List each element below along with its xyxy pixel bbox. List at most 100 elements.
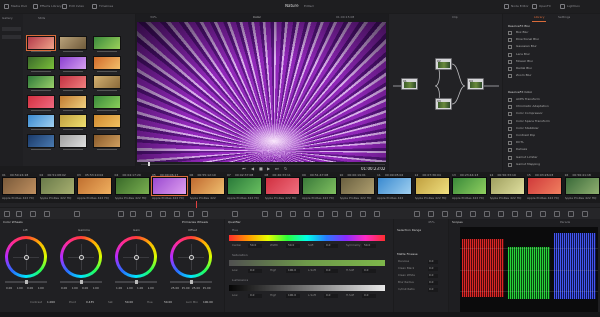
still-thumbnail[interactable]	[93, 36, 121, 50]
clip-thumbnail[interactable]	[527, 177, 563, 195]
matte-value[interactable]: 0.0	[428, 266, 438, 271]
library-item[interactable]: Gamut Mapping	[508, 162, 590, 169]
cie-icon[interactable]	[512, 211, 518, 217]
slider-knob[interactable]	[25, 280, 28, 284]
qualifier-field-value[interactable]: 0.0	[248, 293, 262, 298]
menu-icon[interactable]	[568, 211, 574, 217]
clip-thumbnail[interactable]	[302, 177, 338, 195]
media-pool-icon[interactable]	[4, 4, 9, 9]
timelines-icon[interactable]	[92, 4, 97, 9]
still-thumbnail[interactable]	[27, 75, 55, 89]
gallery-folder-item[interactable]	[2, 27, 21, 31]
library-item[interactable]: Color Space Transform	[508, 119, 590, 126]
param-value[interactable]: 100.00	[203, 301, 213, 304]
slider-knob[interactable]	[190, 280, 193, 284]
highlight-icon[interactable]	[414, 211, 420, 217]
playhead-marker[interactable]	[148, 162, 150, 166]
still-thumbnail[interactable]	[27, 94, 55, 109]
qualifier-field-value[interactable]: 0.0	[248, 268, 262, 273]
expand-icon[interactable]	[554, 211, 560, 217]
master-wheel-slider[interactable]	[5, 280, 47, 284]
wheels-mode[interactable]: Primaries Wheels	[182, 221, 208, 224]
wheel-value[interactable]: 1.00	[116, 287, 122, 290]
gain-wheel[interactable]	[115, 236, 157, 278]
menu-edit-index[interactable]: Edit Index	[69, 5, 84, 8]
effects-library-icon[interactable]	[33, 4, 38, 9]
feather-minus-icon[interactable]	[360, 211, 366, 217]
clip-thumbnail[interactable]	[377, 177, 413, 195]
library-item[interactable]: Directional Blur	[508, 37, 590, 44]
openfx-icon[interactable]	[532, 4, 537, 9]
transport-go-end[interactable]: ⏭	[275, 166, 279, 171]
transport-play[interactable]: ▶	[267, 166, 270, 171]
matte-value[interactable]: 0.0	[428, 273, 438, 278]
wheel-value[interactable]: 0.00	[72, 287, 78, 290]
param-value[interactable]: 50.00	[164, 301, 172, 304]
wheel-value[interactable]: 0.00	[6, 287, 12, 290]
settings-tab[interactable]: Settings	[558, 16, 570, 19]
vectorscope-icon[interactable]	[484, 211, 490, 217]
matte-value[interactable]: 0.0	[428, 280, 438, 285]
wheel-puck[interactable]	[23, 254, 29, 260]
wheel-value[interactable]: 1.00	[137, 287, 143, 290]
wheel-value[interactable]: 25.00	[171, 287, 179, 290]
library-item[interactable]: Radial Blur	[508, 66, 590, 73]
gallery-folder-item[interactable]	[2, 35, 21, 39]
matte-value[interactable]: 0.0	[428, 259, 438, 264]
waveform-icon[interactable]	[470, 211, 476, 217]
wheel-value[interactable]: 25.00	[203, 287, 211, 290]
menu-effects-library[interactable]: Effects Library	[40, 5, 62, 8]
still-thumbnail[interactable]	[93, 75, 121, 89]
wheel-value[interactable]: 0.00	[27, 287, 33, 290]
wheel-value[interactable]: 0.00	[61, 287, 67, 290]
library-item[interactable]: DCTL	[508, 140, 590, 147]
reset-icon[interactable]	[428, 211, 434, 217]
gamma-wheel[interactable]	[60, 236, 102, 278]
node-01[interactable]: 01	[401, 78, 418, 90]
histogram-icon[interactable]	[498, 211, 504, 217]
magic-mask-icon[interactable]	[188, 211, 194, 217]
node-02[interactable]: 02	[435, 58, 452, 70]
saturation-bar[interactable]	[229, 260, 385, 266]
still-thumbnail[interactable]	[93, 133, 121, 148]
library-item[interactable]: Lens Blur	[508, 52, 590, 59]
wheel-puck[interactable]	[133, 254, 139, 260]
menu-lightbox[interactable]: Lightbox	[567, 5, 580, 8]
blur-icon[interactable]	[202, 211, 208, 217]
qualifier-field-value[interactable]: 100.0	[286, 268, 300, 273]
qualifier-field-value[interactable]: 0.0	[362, 268, 376, 273]
hue-bar[interactable]	[229, 235, 385, 241]
tracker-icon[interactable]	[174, 211, 180, 217]
lift-wheel[interactable]	[5, 236, 47, 278]
wheel-value[interactable]: 0.00	[17, 287, 23, 290]
subtract-picker-icon[interactable]	[332, 211, 338, 217]
clip-thumbnail[interactable]	[189, 177, 225, 195]
picker-icon[interactable]	[290, 211, 296, 217]
scopes-toggle-icon[interactable]	[456, 211, 462, 217]
wheel-value[interactable]: 0.00	[82, 287, 88, 290]
library-item[interactable]: Zoom Blur	[508, 73, 590, 80]
qualifier-field-value[interactable]: 50.0	[362, 243, 376, 248]
lightbox-icon[interactable]	[560, 4, 565, 9]
transport-reverse[interactable]: ◀	[251, 166, 254, 171]
library-item[interactable]: Gaussian Blur	[508, 44, 590, 51]
wheel-value[interactable]: 0.00	[93, 287, 99, 290]
wheel-puck[interactable]	[188, 254, 194, 260]
clip-thumbnail[interactable]	[452, 177, 488, 195]
eyedropper-icon[interactable]	[304, 211, 310, 217]
clip-thumbnail[interactable]	[489, 177, 525, 195]
library-item[interactable]: Mosaic Blur	[508, 59, 590, 66]
still-thumbnail[interactable]	[59, 94, 87, 109]
rgb-mixer-icon[interactable]	[44, 211, 50, 217]
library-item[interactable]: ACES Transform	[508, 97, 590, 104]
qualifier-field-value[interactable]: 0.0	[324, 268, 338, 273]
menu-media-pool[interactable]: Media Pool	[11, 5, 27, 8]
clip-thumbnail[interactable]	[150, 176, 189, 196]
node-editor-icon[interactable]	[504, 4, 509, 9]
still-thumbnail[interactable]	[27, 133, 55, 148]
clip-thumbnail[interactable]	[77, 177, 113, 195]
camera-raw-icon[interactable]	[4, 211, 10, 217]
curves-icon[interactable]	[118, 211, 124, 217]
menu-timelines[interactable]: Timelines	[99, 5, 113, 8]
offset-wheel[interactable]	[170, 236, 212, 278]
